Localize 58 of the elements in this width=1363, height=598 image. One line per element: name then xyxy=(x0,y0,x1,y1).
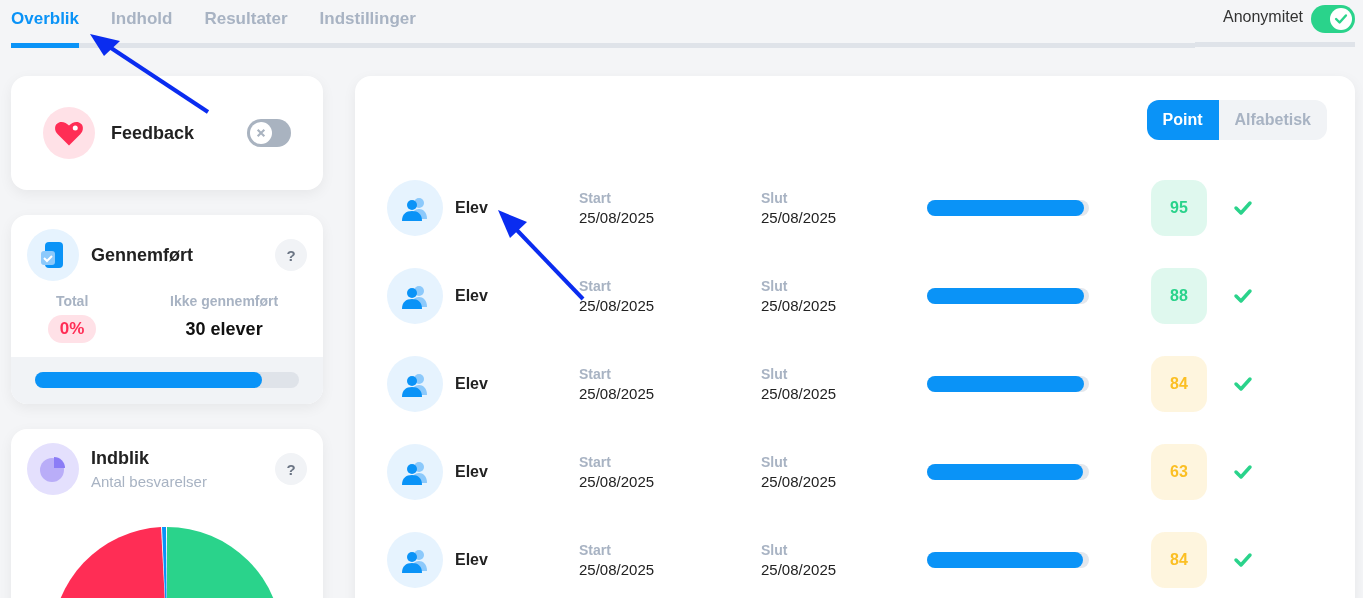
score-badge: 84 xyxy=(1151,532,1207,588)
start-label: Start xyxy=(579,366,612,382)
end-date: 25/08/2025 xyxy=(761,385,838,402)
start-date: 25/08/2025 xyxy=(579,385,656,402)
user-icon xyxy=(387,356,443,412)
score-badge: 88 xyxy=(1151,268,1207,324)
feedback-title: Feedback xyxy=(111,122,195,144)
close-icon xyxy=(256,128,266,138)
anonymity-label: Anonymitet xyxy=(1222,8,1303,26)
user-icon xyxy=(387,268,443,324)
tab[interactable]: Indstillinger xyxy=(319,6,416,48)
checklist-icon xyxy=(27,229,79,281)
help-button[interactable]: ? xyxy=(275,453,307,485)
end-date: 25/08/2025 xyxy=(761,561,838,578)
end-label: Slut xyxy=(761,278,789,294)
not-completed-value: 30 elever xyxy=(185,318,263,340)
end-label: Slut xyxy=(761,366,789,382)
tab[interactable]: Overblik xyxy=(11,6,80,48)
start-label: Start xyxy=(579,542,612,558)
student-name: Elev xyxy=(455,375,489,393)
completion-title: Gennemført xyxy=(91,244,193,266)
end-date: 25/08/2025 xyxy=(761,473,838,490)
student-name: Elev xyxy=(455,287,489,305)
end-label: Slut xyxy=(761,454,789,470)
tab[interactable]: Resultater xyxy=(204,6,288,48)
user-icon xyxy=(387,532,443,588)
sort-button[interactable]: Alfabetisk xyxy=(1218,100,1327,140)
total-value: 0% xyxy=(47,315,97,343)
anonymity-toggle[interactable] xyxy=(1311,5,1355,33)
insight-title: Indblik xyxy=(91,448,150,469)
student-name: Elev xyxy=(455,199,489,217)
start-date: 25/08/2025 xyxy=(579,209,656,226)
end-label: Slut xyxy=(761,542,789,558)
end-date: 25/08/2025 xyxy=(761,209,838,226)
start-date: 25/08/2025 xyxy=(579,297,656,314)
score-badge: 63 xyxy=(1151,444,1207,500)
start-date: 25/08/2025 xyxy=(579,473,656,490)
check-icon xyxy=(1334,12,1348,26)
total-label: Total xyxy=(55,293,89,309)
start-label: Start xyxy=(579,454,612,470)
help-button[interactable]: ? xyxy=(275,239,307,271)
sort-button[interactable]: Point xyxy=(1146,100,1219,140)
score-badge: 84 xyxy=(1151,356,1207,412)
start-label: Start xyxy=(579,190,612,206)
feedback-toggle[interactable] xyxy=(247,119,291,147)
user-icon xyxy=(387,444,443,500)
user-icon xyxy=(387,180,443,236)
score-badge: 95 xyxy=(1151,180,1207,236)
start-date: 25/08/2025 xyxy=(579,561,656,578)
tab[interactable]: Indhold xyxy=(111,6,173,48)
student-name: Elev xyxy=(455,463,489,481)
not-completed-label: Ikke gennemført xyxy=(170,293,279,309)
end-date: 25/08/2025 xyxy=(761,297,838,314)
insight-subtitle: Antal besvarelser xyxy=(91,473,207,490)
pie-icon xyxy=(27,443,79,495)
start-label: Start xyxy=(579,278,612,294)
student-name: Elev xyxy=(455,551,489,569)
end-label: Slut xyxy=(761,190,789,206)
